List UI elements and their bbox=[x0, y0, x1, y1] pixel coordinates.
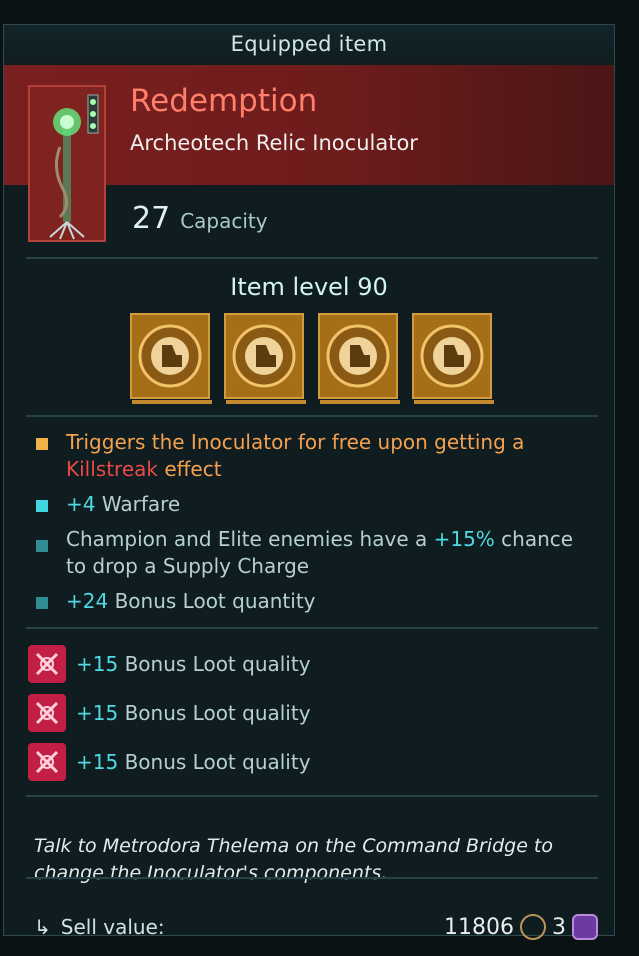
effect-text: effect bbox=[157, 457, 222, 481]
bonus-value: +15 bbox=[76, 749, 119, 774]
sell-footer: ↳ Sell value: 11806 3 bbox=[34, 907, 598, 947]
effect-highlight: Killstreak bbox=[66, 457, 158, 481]
inoculator-icon bbox=[30, 87, 104, 240]
component-slot[interactable] bbox=[318, 313, 400, 404]
bullet-icon bbox=[36, 540, 48, 552]
component-slots bbox=[130, 313, 494, 404]
skull-icon bbox=[572, 914, 598, 940]
gear-icon bbox=[326, 324, 390, 388]
sell-value: 11806 3 bbox=[444, 914, 598, 940]
component-slot[interactable] bbox=[224, 313, 306, 404]
divider bbox=[26, 627, 598, 629]
item-type: Archeotech Relic Inoculator bbox=[130, 131, 418, 155]
capacity-row: 27 Capacity bbox=[132, 201, 268, 236]
coin-value: 11806 bbox=[444, 914, 514, 940]
effect-value: +4 bbox=[66, 492, 96, 516]
sell-arrow-icon: ↳ bbox=[34, 915, 51, 939]
loot-quality-icon bbox=[28, 742, 66, 781]
effect-text: Champion and Elite enemies have a bbox=[66, 527, 434, 551]
panel-title: Equipped item bbox=[230, 32, 388, 56]
effect-text: Warfare bbox=[95, 492, 181, 516]
sell-label: Sell value: bbox=[60, 915, 165, 939]
effect-item: +24 Bonus Loot quantity bbox=[32, 588, 592, 615]
effect-item: Triggers the Inoculator for free upon ge… bbox=[32, 429, 592, 483]
bullet-icon bbox=[36, 500, 48, 512]
effect-text: Triggers the Inoculator for free upon ge… bbox=[66, 430, 525, 454]
item-name: Redemption bbox=[130, 83, 318, 119]
bullet-icon bbox=[36, 597, 48, 609]
panel-header: Equipped item bbox=[4, 25, 614, 63]
effect-text: Bonus Loot quantity bbox=[108, 589, 316, 613]
effects-list: Triggers the Inoculator for free upon ge… bbox=[32, 429, 592, 623]
bonus-text: Bonus Loot quality bbox=[118, 749, 311, 774]
effect-value: +24 bbox=[66, 589, 109, 613]
bonus-value: +15 bbox=[76, 700, 119, 725]
gear-icon bbox=[232, 324, 296, 388]
bonus-text: Bonus Loot quality bbox=[118, 651, 311, 676]
bullet-icon bbox=[36, 438, 48, 450]
capacity-label: Capacity bbox=[180, 209, 268, 233]
skull-value: 3 bbox=[552, 914, 566, 940]
effect-item: Champion and Elite enemies have a +15% c… bbox=[32, 526, 592, 580]
gear-icon bbox=[420, 324, 484, 388]
bonus-item: +15 Bonus Loot quality bbox=[28, 639, 311, 688]
tooltip-panel: Equipped item Redemption Archeotech Reli… bbox=[3, 24, 615, 940]
loot-quality-icon bbox=[28, 644, 66, 683]
gear-icon bbox=[138, 324, 202, 388]
loot-quality-icon bbox=[28, 693, 66, 732]
divider bbox=[26, 877, 598, 879]
divider bbox=[26, 257, 598, 259]
coin-icon bbox=[520, 914, 546, 940]
bonus-item: +15 Bonus Loot quality bbox=[28, 688, 311, 737]
component-slot[interactable] bbox=[412, 313, 494, 404]
bonus-value: +15 bbox=[76, 651, 119, 676]
divider bbox=[26, 415, 598, 417]
bonus-list: +15 Bonus Loot quality +15 Bonus Loot qu… bbox=[28, 639, 311, 786]
component-slot[interactable] bbox=[130, 313, 212, 404]
bonus-text: Bonus Loot quality bbox=[118, 700, 311, 725]
bonus-item: +15 Bonus Loot quality bbox=[28, 737, 311, 786]
effect-item: +4 Warfare bbox=[32, 491, 592, 518]
effect-value: +15% bbox=[433, 527, 495, 551]
capacity-value: 27 bbox=[132, 201, 171, 236]
divider bbox=[26, 795, 598, 797]
item-portrait bbox=[28, 85, 106, 242]
item-level: Item level 90 bbox=[230, 273, 388, 301]
